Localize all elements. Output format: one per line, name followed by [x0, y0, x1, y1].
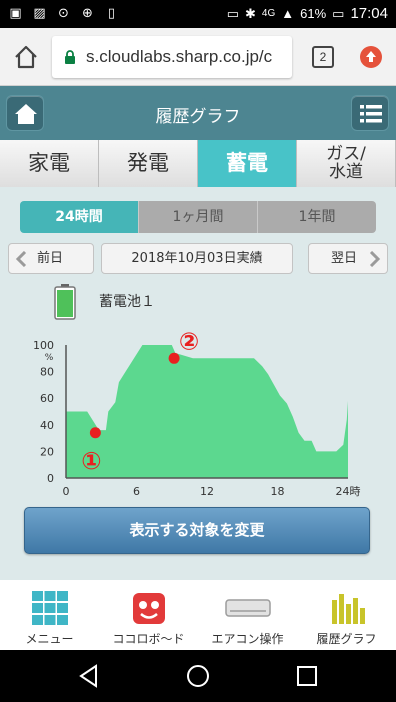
next-day-button[interactable]: 翌日	[308, 243, 388, 274]
y-tick-label: 60	[40, 392, 54, 405]
period-tab-1year[interactable]: 1年間	[258, 201, 376, 233]
tab-generation[interactable]: 発電	[99, 140, 198, 187]
browser-home-icon[interactable]	[13, 44, 39, 70]
battery-icon	[54, 284, 76, 320]
chevron-right-icon	[369, 251, 381, 267]
change-target-button[interactable]: 表示する対象を変更	[24, 507, 370, 554]
clock: 17:04	[350, 5, 388, 22]
prev-day-label: 前日	[37, 251, 64, 266]
update-icon[interactable]	[359, 45, 383, 69]
period-tab-24h[interactable]: 24時間	[20, 201, 139, 233]
x-tick-label: 12	[200, 485, 214, 498]
file-icon: ▯	[107, 6, 116, 21]
next-day-label: 翌日	[331, 251, 358, 266]
vibrate-icon: ▭	[226, 5, 239, 21]
chevron-left-icon	[15, 251, 27, 267]
search-notification-icon: ⊙	[58, 6, 69, 21]
x-tick-label: 24時	[336, 485, 361, 498]
browser-toolbar: s.cloudlabs.sharp.co.jp/c 2	[0, 28, 396, 86]
nav-aircon-label: エアコン操作	[211, 632, 284, 646]
period-tab-1month[interactable]: 1ヶ月間	[139, 201, 258, 233]
content-panel: 24時間 1ヶ月間 1年間 前日 2018年10月03日実績 翌日 蓄電池１ 0…	[0, 187, 396, 580]
nav-cocoroboard[interactable]: ココロボ〜ド	[99, 580, 198, 650]
nav-cocoroboard-label: ココロボ〜ド	[112, 632, 185, 646]
y-tick-label: 20	[40, 445, 54, 458]
battery-status-icon: ▭	[332, 5, 345, 21]
y-tick-label: 100	[33, 339, 54, 352]
page-title: 履歴グラフ	[155, 107, 241, 127]
nav-history-graph[interactable]: 履歴グラフ	[297, 580, 396, 650]
period-tabs: 24時間 1ヶ月間 1年間	[20, 201, 376, 233]
hamburger-menu-icon	[360, 105, 382, 123]
device-name: 蓄電池１	[99, 294, 155, 310]
photo-icon: ▣	[9, 6, 22, 21]
nav-menu-label: メニュー	[25, 632, 74, 646]
nav-history-graph-label: 履歴グラフ	[316, 632, 377, 646]
aircon-icon	[224, 599, 271, 617]
bar-chart-icon	[331, 594, 365, 624]
date-navigation: 前日 2018年10月03日実績 翌日	[0, 243, 396, 275]
network-type: 4G	[261, 8, 276, 19]
grid-menu-icon	[31, 591, 68, 625]
url-bar[interactable]: s.cloudlabs.sharp.co.jp/c	[52, 36, 292, 78]
image-icon: ▨	[33, 6, 46, 21]
date-label: 2018年10月03日実績	[101, 243, 293, 274]
tab-gas-water[interactable]: ガス/ 水道	[297, 140, 396, 187]
bluetooth-icon: ✱	[245, 5, 256, 21]
battery-percent: 61%	[300, 6, 327, 21]
category-tabs: 家電 発電 蓄電 ガス/ 水道	[0, 140, 396, 187]
back-icon[interactable]	[76, 663, 102, 689]
tab-storage[interactable]: 蓄電	[198, 140, 297, 187]
y-tick-label: 80	[40, 366, 54, 379]
app-header: 履歴グラフ	[0, 86, 396, 140]
x-tick-label: 6	[133, 485, 140, 498]
series-area-0	[66, 345, 348, 478]
home-circle-icon[interactable]	[185, 663, 211, 689]
x-tick-label: 18	[271, 485, 285, 498]
url-text: s.cloudlabs.sharp.co.jp/c	[86, 47, 273, 66]
status-bar: ▣ ▨ ⊙ ⊕ ▯ ▭ ✱ 4G ▲ 61% ▭ 17:04	[0, 0, 396, 28]
tab-appliance[interactable]: 家電	[0, 140, 99, 187]
y-axis-unit: %	[45, 353, 54, 363]
x-tick-label: 0	[63, 485, 70, 498]
add-circle-icon: ⊕	[82, 6, 93, 21]
nav-aircon[interactable]: エアコン操作	[198, 580, 297, 650]
annotation-label-1: ①	[81, 447, 101, 475]
cocorobo-icon	[132, 593, 165, 624]
nav-menu[interactable]: メニュー	[0, 580, 99, 650]
battery-level-chart: 0 20 40 60 80 100% 0 6 12 18 24時 ① ②	[33, 327, 361, 498]
recents-icon[interactable]	[294, 663, 320, 689]
y-tick-label: 40	[40, 419, 54, 432]
annotation-dot-1	[89, 427, 101, 439]
tab-switcher-button[interactable]: 2	[312, 46, 334, 68]
annotation-label-2: ②	[179, 327, 199, 355]
prev-day-button[interactable]: 前日	[8, 243, 94, 274]
lock-icon	[65, 50, 75, 64]
bottom-nav: メニュー ココロボ〜ド エアコン操作 履歴グラフ	[0, 580, 396, 650]
android-nav-bar	[0, 650, 396, 702]
y-tick-label: 0	[47, 472, 54, 485]
signal-icon: ▲	[281, 6, 295, 21]
app-menu-button[interactable]	[351, 95, 389, 131]
